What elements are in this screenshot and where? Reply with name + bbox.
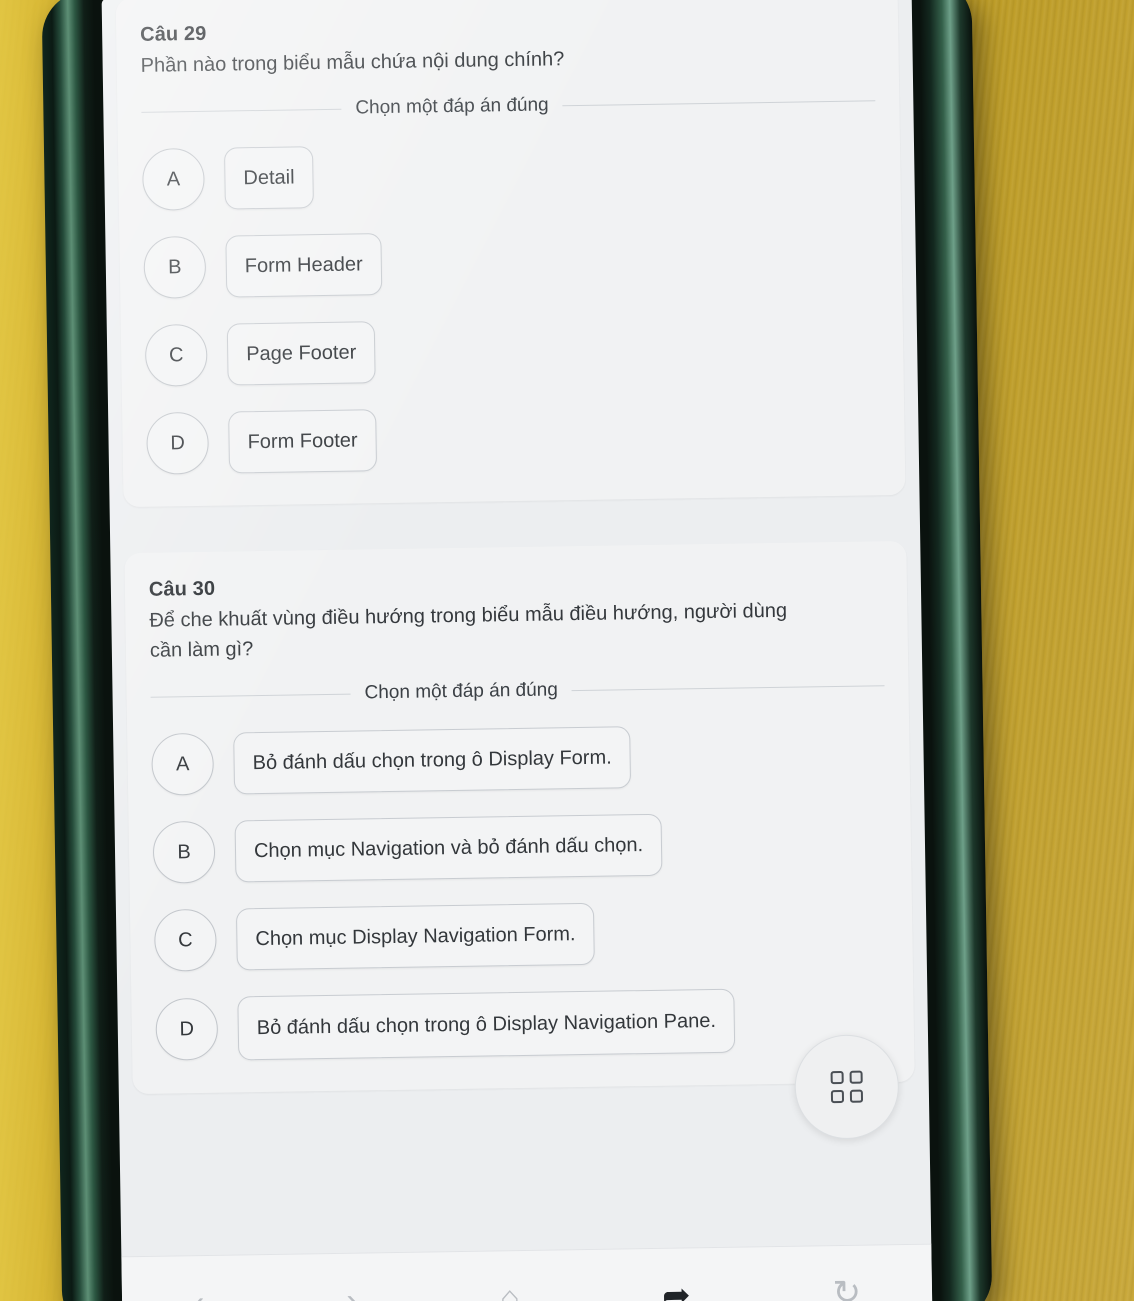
divider-right <box>562 99 876 106</box>
choose-instruction-label: Chọn một đáp án đúng <box>355 94 549 119</box>
option-letter-badge[interactable]: C <box>153 908 217 972</box>
divider-left <box>141 108 342 113</box>
grid-cell <box>830 1070 844 1085</box>
answer-options-list: A Bỏ đánh dấu chọn trong ô Display Form.… <box>151 722 890 1061</box>
photo-scene: Câu 29 Phần nào trong biểu mẫu chứa nội … <box>0 0 1134 1301</box>
answer-option[interactable]: A Bỏ đánh dấu chọn trong ô Display Form. <box>151 722 886 796</box>
option-letter-badge[interactable]: A <box>151 732 215 796</box>
phone-device: Câu 29 Phần nào trong biểu mẫu chứa nội … <box>41 0 993 1301</box>
choose-instruction-row: Chọn một đáp án đúng <box>150 674 885 708</box>
option-text-button[interactable]: Bỏ đánh dấu chọn trong ô Display Form. <box>233 726 632 795</box>
browser-bottom-bar: ‹ › ⌂ ➦ ↻ <box>121 1243 933 1301</box>
refresh-icon[interactable]: ↻ <box>832 1274 861 1301</box>
question-prompt: Để che khuất vùng điều hướng trong biểu … <box>149 599 788 662</box>
answer-option[interactable]: D Form Footer <box>146 401 881 475</box>
answer-option[interactable]: A Detail <box>141 137 877 211</box>
option-letter-badge[interactable]: D <box>146 411 210 475</box>
answer-option[interactable]: D Bỏ đánh dấu chọn trong ô Display Navig… <box>155 986 890 1062</box>
phone-screen: Câu 29 Phần nào trong biểu mẫu chứa nội … <box>101 0 933 1301</box>
grid-cell <box>830 1089 845 1104</box>
divider-right <box>571 684 885 691</box>
grid-2x2-icon <box>830 1070 864 1104</box>
option-letter-badge[interactable]: B <box>143 235 207 299</box>
divider-left <box>150 693 351 698</box>
home-icon[interactable]: ⌂ <box>499 1279 520 1301</box>
option-letter-badge[interactable]: C <box>144 323 208 387</box>
option-letter-badge[interactable]: B <box>152 820 216 884</box>
option-text-button[interactable]: Chọn mục Display Navigation Form. <box>235 902 595 971</box>
share-icon[interactable]: ➦ <box>662 1276 691 1301</box>
answer-option[interactable]: C Chọn mục Display Navigation Form. <box>153 898 889 972</box>
back-chevron-icon[interactable]: ‹ <box>193 1284 205 1301</box>
choose-instruction-label: Chọn một đáp án đúng <box>364 679 559 704</box>
question-card: Câu 29 Phần nào trong biểu mẫu chứa nội … <box>115 0 906 508</box>
option-text-button[interactable]: Bỏ đánh dấu chọn trong ô Display Navigat… <box>237 988 736 1061</box>
option-text-button[interactable]: Form Header <box>225 233 383 298</box>
option-letter-badge[interactable]: A <box>141 147 205 211</box>
answer-option[interactable]: C Page Footer <box>144 313 880 387</box>
forward-chevron-icon[interactable]: › <box>346 1282 358 1301</box>
grid-fab-button[interactable] <box>793 1034 900 1140</box>
option-text-button[interactable]: Page Footer <box>226 321 376 386</box>
answer-option[interactable]: B Form Header <box>143 225 878 299</box>
question-prompt: Phần nào trong biểu mẫu chứa nội dung ch… <box>140 48 565 77</box>
quiz-scroll-area[interactable]: Câu 29 Phần nào trong biểu mẫu chứa nội … <box>102 0 929 1095</box>
grid-cell <box>849 1070 863 1084</box>
answer-option[interactable]: B Chọn mục Navigation và bỏ đánh dấu chọ… <box>152 810 888 884</box>
choose-instruction-row: Chọn một đáp án đúng <box>141 89 876 123</box>
option-letter-badge[interactable]: D <box>155 997 219 1061</box>
option-text-button[interactable]: Chọn mục Navigation và bỏ đánh dấu chọn. <box>234 813 663 883</box>
grid-cell <box>849 1089 864 1103</box>
question-card: Câu 30 Để che khuất vùng điều hướng tron… <box>124 540 915 1095</box>
option-text-button[interactable]: Form Footer <box>228 409 378 474</box>
answer-options-list: A Detail B Form Header C Page Footer D F… <box>141 137 881 475</box>
option-text-button[interactable]: Detail <box>223 146 315 210</box>
